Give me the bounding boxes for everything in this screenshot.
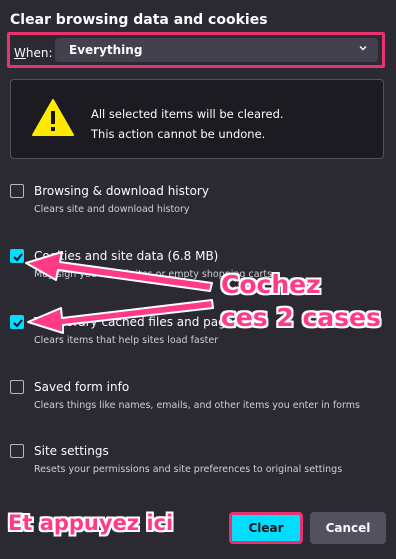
cancel-button[interactable]: Cancel: [310, 512, 386, 544]
annotation-line-2: ces 2 cases: [221, 303, 381, 332]
annotation-line-1: Cochez: [221, 270, 321, 299]
arrow-icon: [25, 251, 213, 292]
clear-button[interactable]: Clear: [229, 512, 303, 544]
arrow-icon: [27, 299, 214, 334]
annotation-line-3: Et appuyez ici: [8, 511, 174, 535]
annotation-arrows: [25, 251, 214, 334]
